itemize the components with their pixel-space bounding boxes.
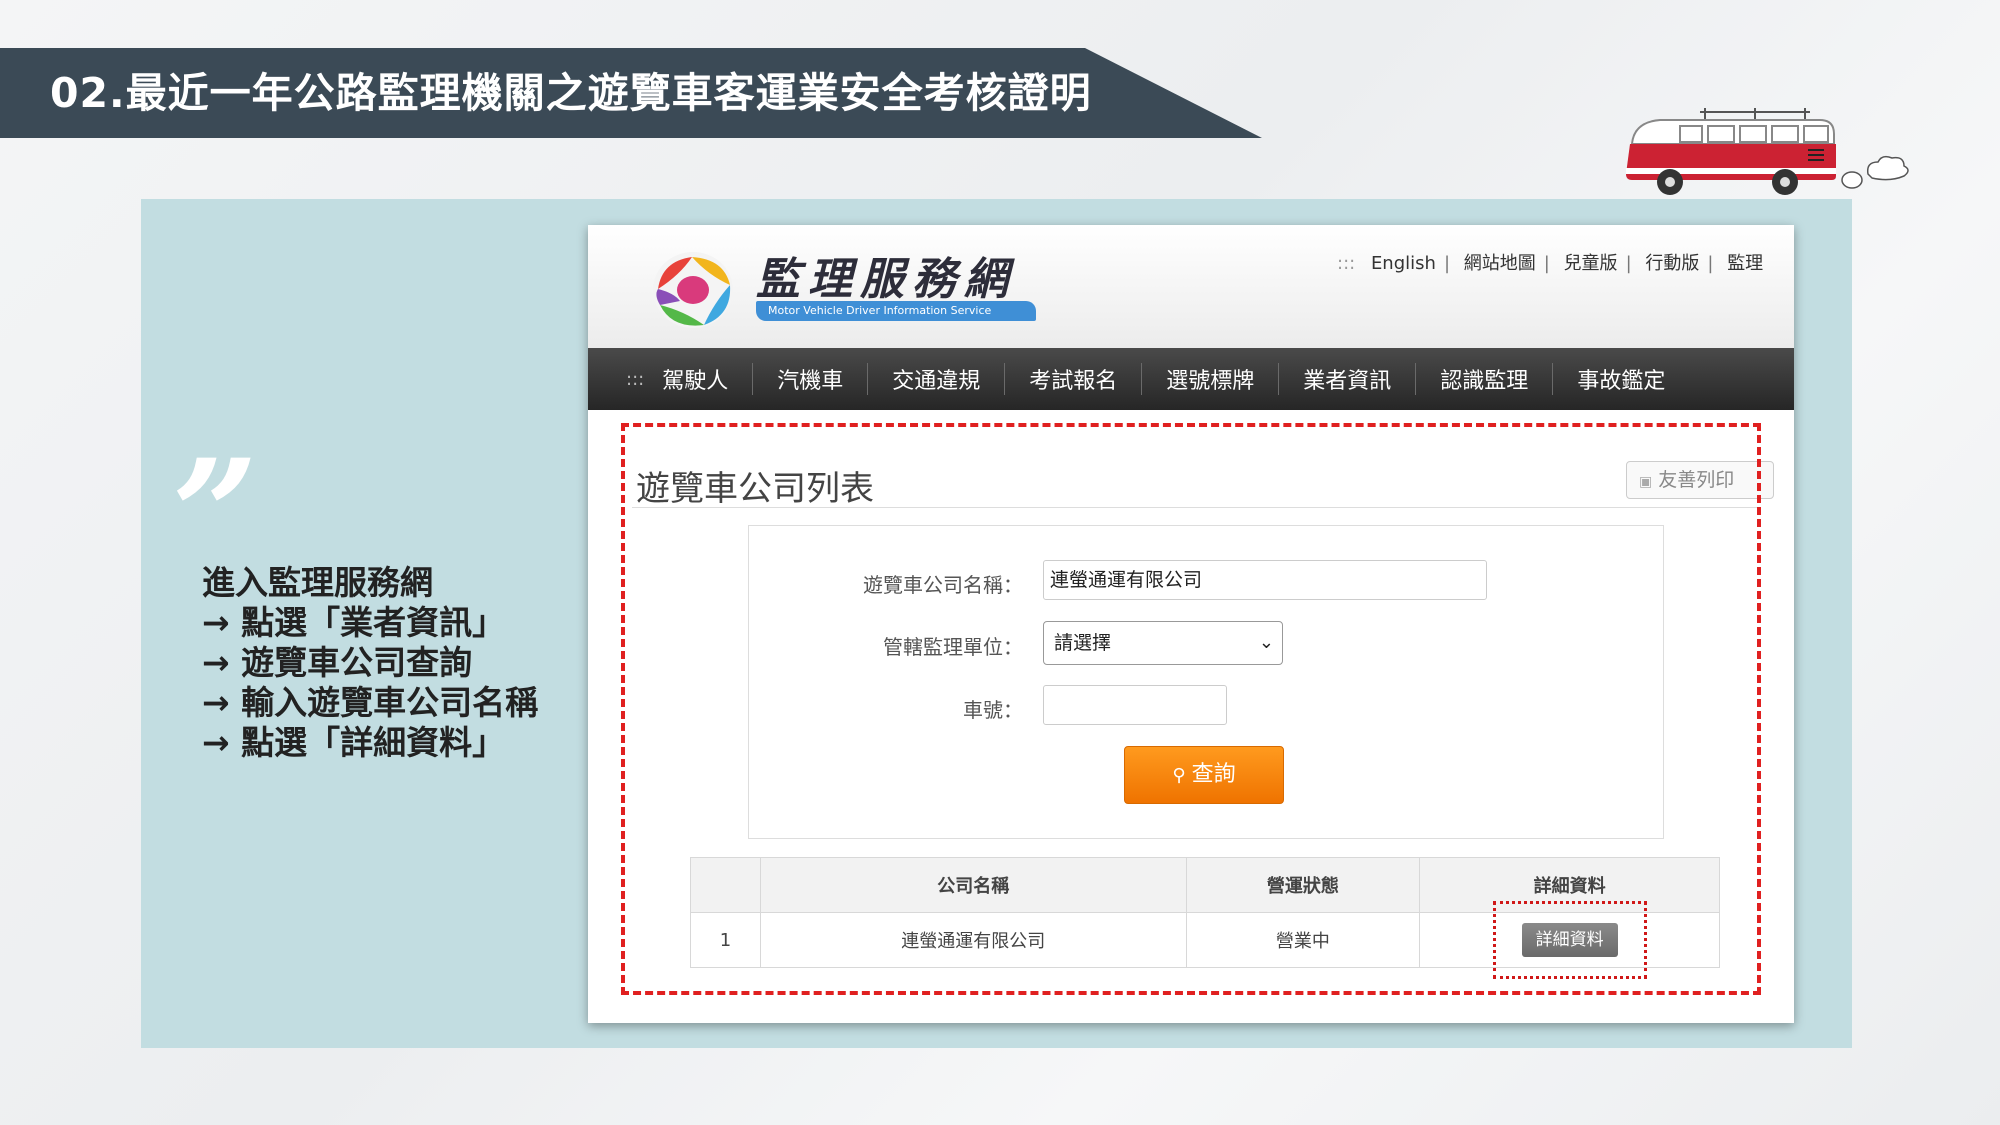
instruction-steps: 進入監理服務網 → 點選「業者資訊」 → 遊覽車公司查詢 → 輸入遊覽車公司名稱… xyxy=(202,563,538,763)
plate-label: 車號： xyxy=(963,698,1023,722)
company-name-label: 遊覽車公司名稱： xyxy=(863,573,1023,597)
title-divider xyxy=(632,507,1760,508)
header-detail: 詳細資料 xyxy=(1419,857,1720,913)
printer-icon: ▣ xyxy=(1639,474,1653,490)
row-index: 1 xyxy=(690,912,761,968)
menu-prefix: ::: xyxy=(626,368,645,390)
step-3: → 遊覽車公司查詢 xyxy=(202,643,473,682)
menu-item-vehicle[interactable]: 汽機車 xyxy=(752,363,867,395)
step-1: 進入監理服務網 xyxy=(202,563,433,602)
search-button[interactable]: ⚲ 查詢 xyxy=(1124,746,1284,804)
step-5: → 點選「詳細資料」 xyxy=(202,723,506,762)
header-status: 營運狀態 xyxy=(1185,857,1421,913)
table-header-row: 公司名稱 營運狀態 詳細資料 xyxy=(690,857,1720,913)
menu-item-about[interactable]: 認識監理 xyxy=(1415,363,1552,395)
menu-item-exam[interactable]: 考試報名 xyxy=(1004,363,1141,395)
menu-item-operator[interactable]: 業者資訊 xyxy=(1278,363,1415,395)
website-screenshot: 監理服務網 Motor Vehicle Driver Information S… xyxy=(588,225,1794,1023)
unit-label: 管轄監理單位： xyxy=(883,635,1023,659)
step-4: → 輸入遊覽車公司名稱 xyxy=(202,683,539,722)
site-header: 監理服務網 Motor Vehicle Driver Information S… xyxy=(588,225,1794,348)
menu-item-violation[interactable]: 交通違規 xyxy=(867,363,1004,395)
plate-input[interactable] xyxy=(1043,685,1227,725)
chevron-down-icon: ⌄ xyxy=(1258,632,1274,653)
print-button[interactable]: ▣ 友善列印 xyxy=(1626,461,1774,499)
top-link-mobile[interactable]: 行動版 xyxy=(1645,253,1699,274)
page-title: 遊覽車公司列表 xyxy=(636,469,874,509)
print-label: 友善列印 xyxy=(1658,469,1735,491)
search-icon: ⚲ xyxy=(1172,765,1186,786)
unit-select-value: 請選擇 xyxy=(1054,632,1112,654)
top-link-english[interactable]: English xyxy=(1371,253,1436,274)
bus-icon xyxy=(1626,108,1909,195)
menu-item-plate[interactable]: 選號標牌 xyxy=(1141,363,1278,395)
top-link-kids[interactable]: 兒童版 xyxy=(1564,253,1618,274)
top-links-prefix: ::: xyxy=(1337,253,1356,274)
row-status: 營業中 xyxy=(1185,912,1421,968)
search-form: 遊覽車公司名稱： 連螢通運有限公司 管轄監理單位： 請選擇 ⌄ 車號： ⚲ 查詢 xyxy=(748,525,1664,839)
slide-title: 02.最近一年公路監理機關之遊覽車客運業安全考核證明 xyxy=(50,69,1092,117)
search-button-label: 查詢 xyxy=(1191,762,1236,787)
main-menu: ::: 駕駛人 汽機車 交通違規 考試報名 選號標牌 業者資訊 認識監理 事故鑑… xyxy=(588,348,1794,410)
top-links: ::: English | 網站地圖 | 兒童版 | 行動版 | 監理 xyxy=(1337,253,1764,274)
top-link-more[interactable]: 監理 xyxy=(1727,253,1763,274)
table-row: 1 連螢通運有限公司 營業中 詳細資料 xyxy=(690,912,1720,968)
logo-icon[interactable] xyxy=(650,249,736,331)
menu-item-driver[interactable]: 駕駛人 xyxy=(662,363,752,395)
row-detail-cell: 詳細資料 xyxy=(1419,912,1720,968)
menu-item-accident[interactable]: 事故鑑定 xyxy=(1552,363,1689,395)
row-company: 連螢通運有限公司 xyxy=(759,912,1187,968)
logo-subtitle: Motor Vehicle Driver Information Service xyxy=(756,301,1036,321)
unit-select[interactable]: 請選擇 ⌄ xyxy=(1043,621,1283,665)
detail-button[interactable]: 詳細資料 xyxy=(1521,923,1618,957)
top-link-sitemap[interactable]: 網站地圖 xyxy=(1464,253,1536,274)
title-band: 02.最近一年公路監理機關之遊覽車客運業安全考核證明 xyxy=(0,48,1262,138)
company-name-input[interactable]: 連螢通運有限公司 xyxy=(1043,560,1487,600)
header-company: 公司名稱 xyxy=(759,857,1187,913)
results-table: 公司名稱 營運狀態 詳細資料 1 連螢通運有限公司 營業中 詳細資料 xyxy=(690,857,1720,968)
header-index xyxy=(690,857,761,913)
step-2: → 點選「業者資訊」 xyxy=(202,603,506,642)
logo-text[interactable]: 監理服務網 xyxy=(756,243,1016,307)
